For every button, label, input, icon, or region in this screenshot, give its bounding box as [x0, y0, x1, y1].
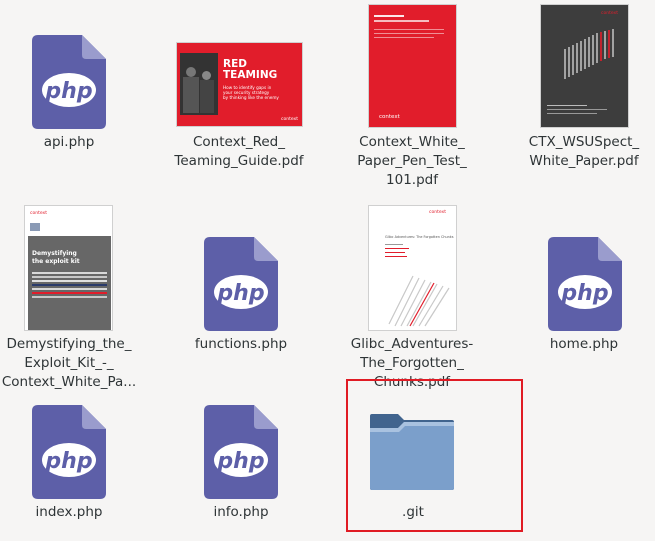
- php-file-icon: php: [32, 35, 106, 129]
- context-logo: context: [429, 210, 446, 215]
- pdf-thumbnail: RED TEAMING How to identify gaps in your…: [176, 42, 303, 127]
- highlight-box: [346, 379, 523, 532]
- file-label: api.php: [43, 134, 95, 150]
- file-label: CTX_WSUSpect_ White_Paper.pdf: [528, 134, 640, 169]
- file-label: functions.php: [194, 336, 288, 352]
- thumbnail-subtitle: How to identify gaps in your security st…: [223, 85, 279, 100]
- file-label: info.php: [213, 504, 269, 520]
- file-label: home.php: [549, 336, 619, 352]
- context-logo: context: [379, 114, 400, 120]
- file-label: Context_Red_ Teaming_Guide.pdf: [174, 134, 304, 169]
- pdf-thumbnail: context Glibc Adventures: The Forgotten …: [368, 205, 457, 331]
- thumbnail-title: RED TEAMING: [223, 58, 278, 81]
- php-glyph: php: [44, 79, 92, 104]
- php-glyph: php: [216, 449, 264, 474]
- file-label: index.php: [35, 504, 103, 520]
- php-file-icon: php: [548, 237, 622, 331]
- thumbnail-photo: [180, 53, 218, 115]
- context-logo: context: [30, 211, 47, 216]
- php-file-icon: php: [204, 237, 278, 331]
- php-file-icon: php: [32, 405, 106, 499]
- cover-graphic: [564, 29, 614, 79]
- php-glyph: php: [44, 449, 92, 474]
- file-label: Context_White_ Paper_Pen_Test_ 101.pdf: [357, 134, 467, 188]
- thumbnail-title: Demystifying the exploit kit: [32, 250, 80, 265]
- php-glyph: php: [216, 281, 264, 306]
- cover-panel: Demystifying the exploit kit: [28, 236, 111, 330]
- pdf-thumbnail: context Demystifying the exploit kit: [24, 205, 113, 331]
- cover-graphic: [388, 275, 450, 327]
- thumbnail-title: Glibc Adventures: The Forgotten Chunks: [385, 235, 454, 239]
- context-logo: context: [601, 11, 618, 16]
- php-file-icon: php: [204, 405, 278, 499]
- pdf-thumbnail: context: [368, 4, 457, 128]
- pdf-thumbnail: context: [540, 4, 629, 128]
- file-label: Demystifying_the_ Exploit_Kit_-_ Context…: [1, 336, 137, 390]
- php-glyph: php: [560, 281, 608, 306]
- context-logo: context: [281, 117, 298, 122]
